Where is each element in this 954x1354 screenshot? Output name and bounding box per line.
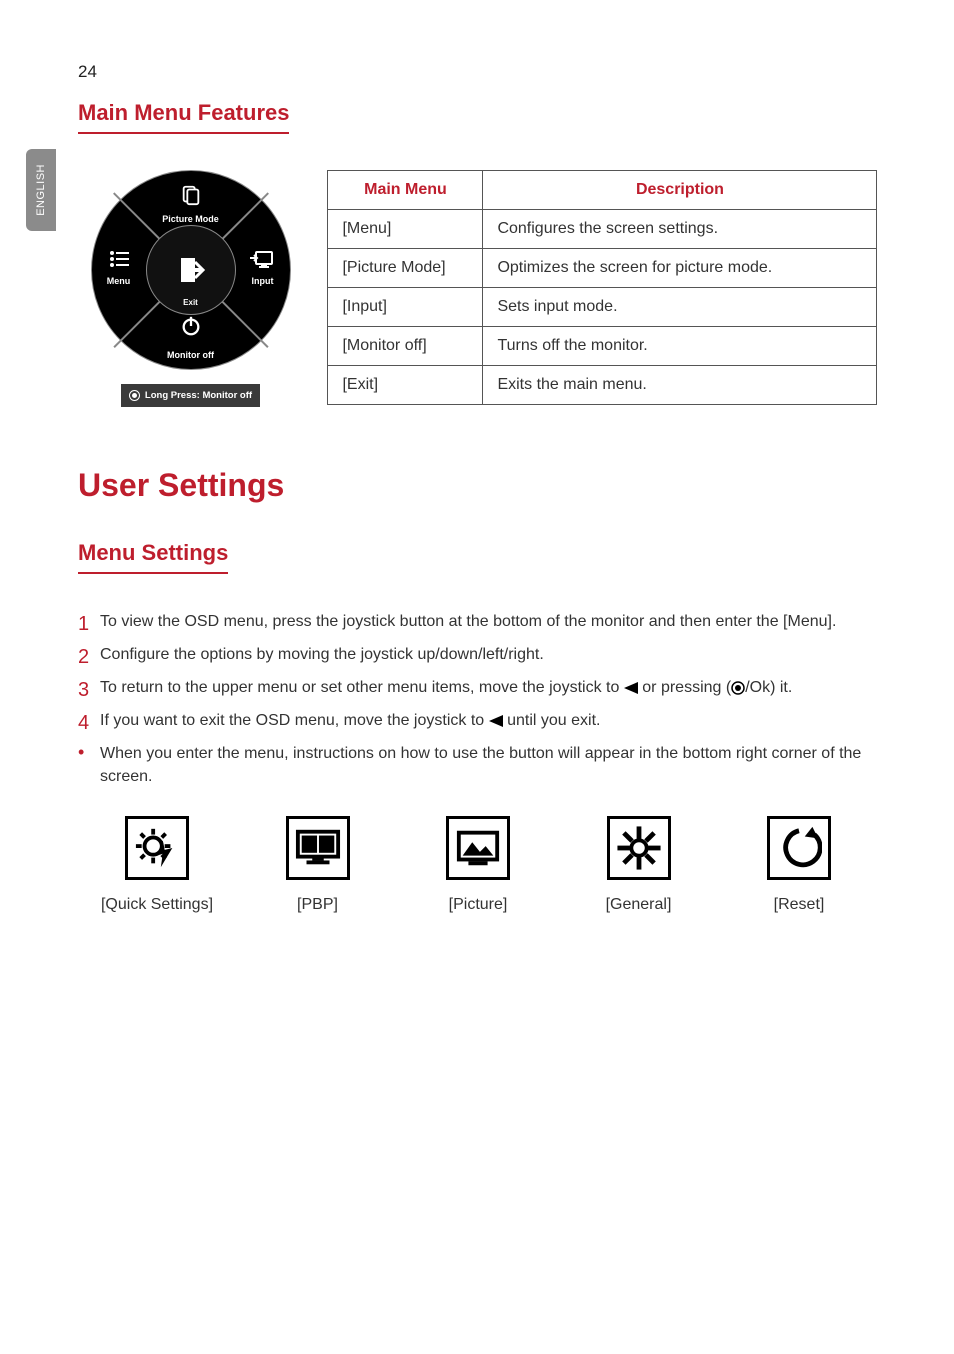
menu-icon <box>108 250 132 273</box>
user-settings-heading: User Settings <box>78 467 878 504</box>
record-dot-icon <box>129 390 140 401</box>
arrow-left-icon <box>489 715 503 727</box>
joystick-left-label: Menu <box>94 276 144 286</box>
joystick-right-label: Input <box>238 276 288 286</box>
longpress-label: Long Press: Monitor off <box>145 390 252 401</box>
general-icon <box>607 816 671 880</box>
step-text: If you want to exit the OSD menu, move t… <box>100 709 600 732</box>
picture-icon <box>446 816 510 880</box>
language-tab: ENGLISH <box>26 149 56 231</box>
step-text: To view the OSD menu, press the joystick… <box>100 610 836 633</box>
joystick-bottom-label: Monitor off <box>151 350 231 360</box>
menu-settings-heading: Menu Settings <box>78 540 228 574</box>
osd-reset: [Reset] <box>720 816 878 914</box>
table-row: [Monitor off]Turns off the monitor. <box>328 327 877 366</box>
language-label: ENGLISH <box>35 164 47 216</box>
record-icon <box>731 681 745 695</box>
longpress-hint: Long Press: Monitor off <box>121 384 260 407</box>
osd-picture: [Picture] <box>399 816 557 914</box>
step-number: 4 <box>78 709 100 738</box>
step-3: 3 To return to the upper menu or set oth… <box>78 676 878 705</box>
step-1: 1 To view the OSD menu, press the joysti… <box>78 610 878 639</box>
page-number: 24 <box>78 62 97 82</box>
osd-label: [Picture] <box>399 896 557 914</box>
step-text: To return to the upper menu or set other… <box>100 676 792 699</box>
joystick-top-label: Picture Mode <box>151 214 231 224</box>
input-icon <box>250 250 274 275</box>
step-4: 4 If you want to exit the OSD menu, move… <box>78 709 878 738</box>
osd-label: [Quick Settings] <box>78 896 236 914</box>
joystick-exit-label: Exit <box>151 298 231 307</box>
quick-settings-icon <box>125 816 189 880</box>
pbp-icon <box>286 816 350 880</box>
step-2: 2 Configure the options by moving the jo… <box>78 643 878 672</box>
osd-label: [PBP] <box>239 896 397 914</box>
table-row: [Input]Sets input mode. <box>328 288 877 327</box>
table-row: [Exit]Exits the main menu. <box>328 366 877 405</box>
osd-quick-settings: [Quick Settings] <box>78 816 236 914</box>
step-number: 3 <box>78 676 100 705</box>
bullet-icon: • <box>78 742 100 764</box>
joystick-diagram: Picture Mode Menu Input Exit Monitor off… <box>78 152 303 407</box>
osd-general: [General] <box>560 816 718 914</box>
exit-icon <box>173 252 209 288</box>
bullet-note: • When you enter the menu, instructions … <box>78 742 878 788</box>
main-menu-table: Main Menu Description [Menu]Configures t… <box>327 170 877 405</box>
osd-label: [General] <box>560 896 718 914</box>
th-main-menu: Main Menu <box>328 171 483 210</box>
th-description: Description <box>483 171 877 210</box>
osd-pbp: [PBP] <box>239 816 397 914</box>
power-icon <box>179 315 203 342</box>
arrow-left-icon <box>624 682 638 694</box>
picture-mode-icon <box>179 184 203 211</box>
step-number: 2 <box>78 643 100 672</box>
main-menu-features-heading: Main Menu Features <box>78 100 289 134</box>
table-row: [Menu]Configures the screen settings. <box>328 210 877 249</box>
step-number: 1 <box>78 610 100 639</box>
reset-icon <box>767 816 831 880</box>
step-text: Configure the options by moving the joys… <box>100 643 544 666</box>
table-row: [Picture Mode]Optimizes the screen for p… <box>328 249 877 288</box>
osd-label: [Reset] <box>720 896 878 914</box>
bullet-text: When you enter the menu, instructions on… <box>100 742 878 788</box>
